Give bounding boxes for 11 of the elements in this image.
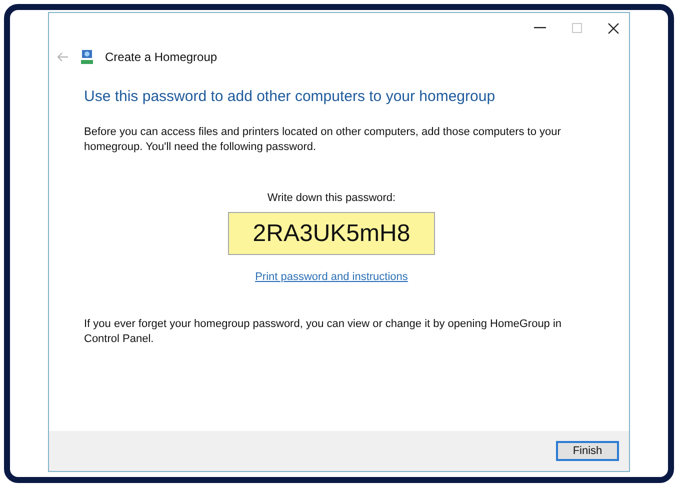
print-link[interactable]: Print password and instructions (255, 269, 408, 286)
heading: Use this password to add other computers to your homegroup (84, 87, 496, 107)
password-label: Write down this password: (267, 190, 396, 206)
minimize-icon[interactable] (534, 27, 546, 29)
window-title: Create a Homegroup (105, 49, 218, 66)
intro-text: Before you can access files and printers located on other computers, add those computers to your homegroup. You'll need the following password. (84, 124, 562, 154)
note-text: If you ever forget your homegroup password, you can view or change it by opening HomeGroup in Control Panel. (84, 316, 563, 346)
finish-button[interactable]: Finish (556, 441, 619, 461)
password-box: 2RA3UK5mH8 (228, 212, 435, 255)
close-icon[interactable] (608, 22, 619, 34)
homegroup-icon (79, 49, 95, 65)
